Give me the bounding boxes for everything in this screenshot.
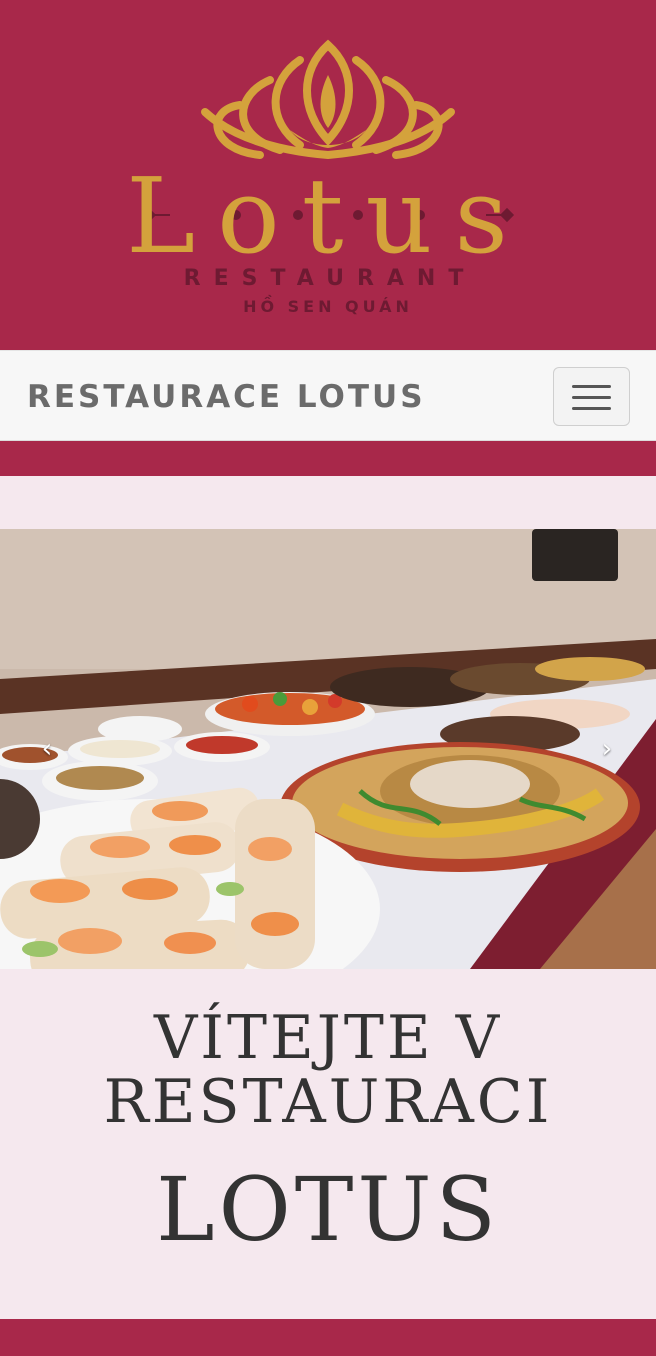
logo-restaurant-text: RESTAURANT xyxy=(184,266,477,291)
welcome-line2: LOTUS xyxy=(156,1158,500,1261)
main-content: ‹ › VÍTEJTE V RESTAURACI LOTUS xyxy=(0,476,656,1319)
chevron-right-icon: › xyxy=(601,734,613,764)
lotus-logo[interactable]: Lotus RESTAURANT HỒ SEN QUÁN xyxy=(0,0,656,350)
welcome-line1: VÍTEJTE V RESTAURACI xyxy=(103,1003,553,1137)
navbar: RESTAURACE LOTUS xyxy=(0,350,656,441)
carousel-food-image xyxy=(0,529,656,969)
logo-subtitle-text: HỒ SEN QUÁN xyxy=(243,294,413,316)
welcome-heading: VÍTEJTE V RESTAURACI LOTUS xyxy=(0,996,656,1260)
chevron-left-icon: ‹ xyxy=(41,734,53,764)
menu-toggle-button[interactable] xyxy=(553,367,630,426)
image-carousel[interactable]: ‹ › xyxy=(0,529,656,969)
logo-header: Lotus RESTAURANT HỒ SEN QUÁN xyxy=(0,0,656,350)
brand-link[interactable]: RESTAURACE LOTUS xyxy=(27,379,426,415)
carousel-prev-button[interactable]: ‹ xyxy=(32,734,62,764)
logo-word: Lotus xyxy=(126,155,530,277)
carousel-next-button[interactable]: › xyxy=(592,734,622,764)
